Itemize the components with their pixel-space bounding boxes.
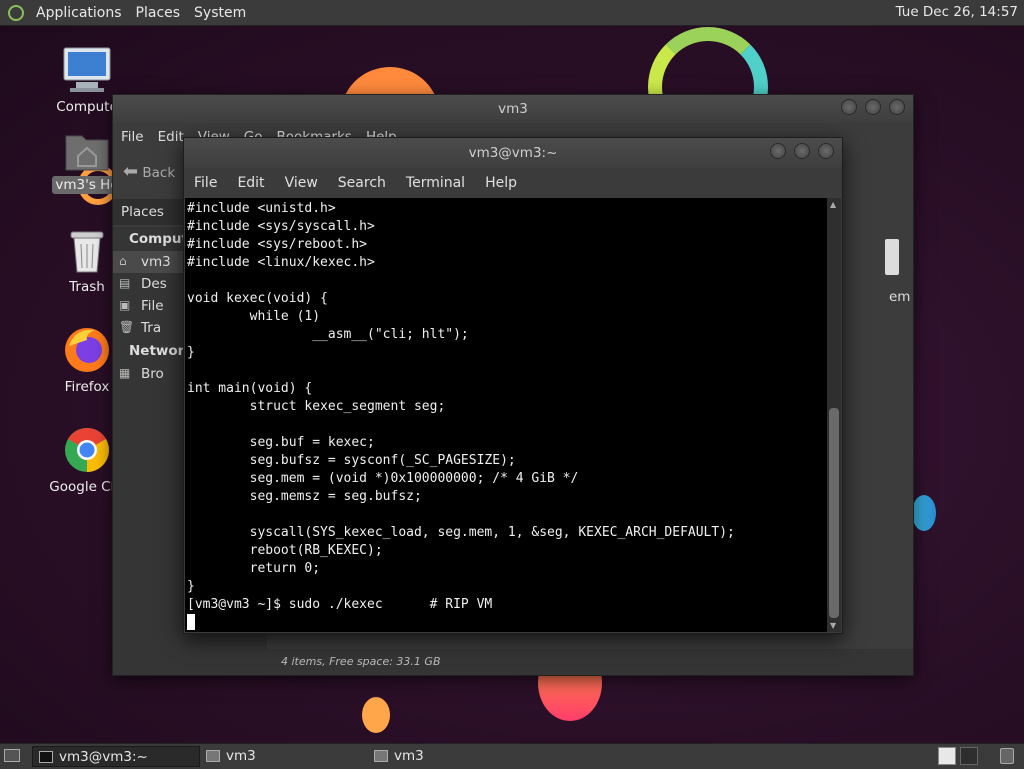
workspace-switcher[interactable] xyxy=(938,747,956,765)
workspace-switcher-2[interactable] xyxy=(960,747,978,765)
scroll-down-arrow-icon[interactable]: ▼ xyxy=(830,621,836,630)
minimize-button[interactable] xyxy=(841,99,857,115)
menu-help[interactable]: Help xyxy=(485,175,517,191)
terminal-output[interactable]: #include <unistd.h> #include <sys/syscal… xyxy=(185,198,827,632)
folder-icon xyxy=(206,750,220,762)
terminal-scrollbar[interactable]: ▲ ▼ xyxy=(827,198,841,632)
trash-icon: 🗑 xyxy=(119,320,135,334)
chrome-icon xyxy=(65,428,109,472)
maximize-button[interactable] xyxy=(865,99,881,115)
clock[interactable]: Tue Dec 26, 14:57 xyxy=(896,4,1018,20)
taskbar-item-label: vm3 xyxy=(226,748,256,764)
terminal-cursor xyxy=(187,614,195,630)
maximize-button[interactable] xyxy=(794,143,810,159)
terminal-menubar: File Edit View Search Terminal Help xyxy=(184,168,842,198)
close-button[interactable] xyxy=(818,143,834,159)
minimize-button[interactable] xyxy=(770,143,786,159)
sidebar-item-label: Des xyxy=(141,276,167,292)
file-icon xyxy=(885,239,899,275)
file-manager-titlebar[interactable]: vm3 xyxy=(113,95,913,123)
back-arrow-icon: ⬅ xyxy=(123,160,139,182)
taskbar-item-label: vm3@vm3:~ xyxy=(59,749,148,765)
distro-logo-icon[interactable] xyxy=(8,4,24,21)
taskbar-item-label: vm3 xyxy=(394,748,424,764)
folder-icon: ▤ xyxy=(119,276,131,290)
window-title: vm3@vm3:~ xyxy=(468,145,558,161)
terminal-titlebar[interactable]: vm3@vm3:~ xyxy=(184,138,842,168)
status-bar: 4 items, Free space: 33.1 GB xyxy=(267,649,913,675)
scroll-up-arrow-icon[interactable]: ▲ xyxy=(830,200,836,209)
applications-menu[interactable]: Applications xyxy=(32,5,126,21)
sidebar-item-label: File xyxy=(141,298,164,314)
desktop-icon-label: Compute xyxy=(56,99,118,115)
window-title: vm3 xyxy=(498,101,528,117)
menu-terminal[interactable]: Terminal xyxy=(406,175,465,191)
show-desktop-icon[interactable] xyxy=(4,749,20,762)
home-icon: ⌂ xyxy=(119,254,127,268)
file-item-label: em xyxy=(889,289,911,305)
menu-edit[interactable]: Edit xyxy=(158,129,184,145)
menu-file[interactable]: File xyxy=(121,129,144,145)
menu-view[interactable]: View xyxy=(285,175,318,191)
back-button[interactable]: ⬅ Back xyxy=(123,161,175,182)
terminal-text: #include <unistd.h> #include <sys/syscal… xyxy=(185,198,827,632)
menu-file[interactable]: File xyxy=(194,175,217,191)
folder-icon xyxy=(374,750,388,762)
home-folder-icon xyxy=(65,135,109,171)
sidebar-places-label: Places xyxy=(121,204,164,220)
places-menu[interactable]: Places xyxy=(132,5,185,21)
firefox-icon xyxy=(65,328,109,372)
taskbar-item-terminal[interactable]: vm3@vm3:~ xyxy=(32,746,200,767)
network-icon: ▦ xyxy=(119,366,131,380)
trash-applet-icon[interactable] xyxy=(1000,748,1014,764)
terminal-window: vm3@vm3:~ File Edit View Search Terminal… xyxy=(183,137,843,634)
scrollbar-thumb[interactable] xyxy=(829,408,839,618)
back-label: Back xyxy=(142,164,176,181)
decorative-small-blob xyxy=(362,697,390,733)
menu-edit[interactable]: Edit xyxy=(237,175,264,191)
bottom-panel: vm3@vm3:~ vm3 vm3 xyxy=(0,743,1024,769)
sidebar-item-label: vm3 xyxy=(141,254,171,270)
menu-search[interactable]: Search xyxy=(338,175,386,191)
trash-icon xyxy=(70,231,104,273)
decorative-blue-blob xyxy=(912,495,936,531)
sidebar-item-label: Tra xyxy=(141,320,162,336)
desktop-icon-label: Firefox xyxy=(64,379,110,395)
sidebar-item-label: Bro xyxy=(141,366,164,382)
terminal-icon xyxy=(39,751,53,763)
computer-icon xyxy=(63,47,111,92)
taskbar-item-file-manager-2[interactable]: vm3 xyxy=(368,746,536,767)
close-button[interactable] xyxy=(889,99,905,115)
system-menu[interactable]: System xyxy=(190,5,250,21)
desktop-icon-label: Trash xyxy=(69,279,105,295)
taskbar-item-file-manager[interactable]: vm3 xyxy=(200,746,368,767)
drive-icon: ▣ xyxy=(119,298,131,312)
top-panel: Applications Places System Tue Dec 26, 1… xyxy=(0,0,1024,26)
